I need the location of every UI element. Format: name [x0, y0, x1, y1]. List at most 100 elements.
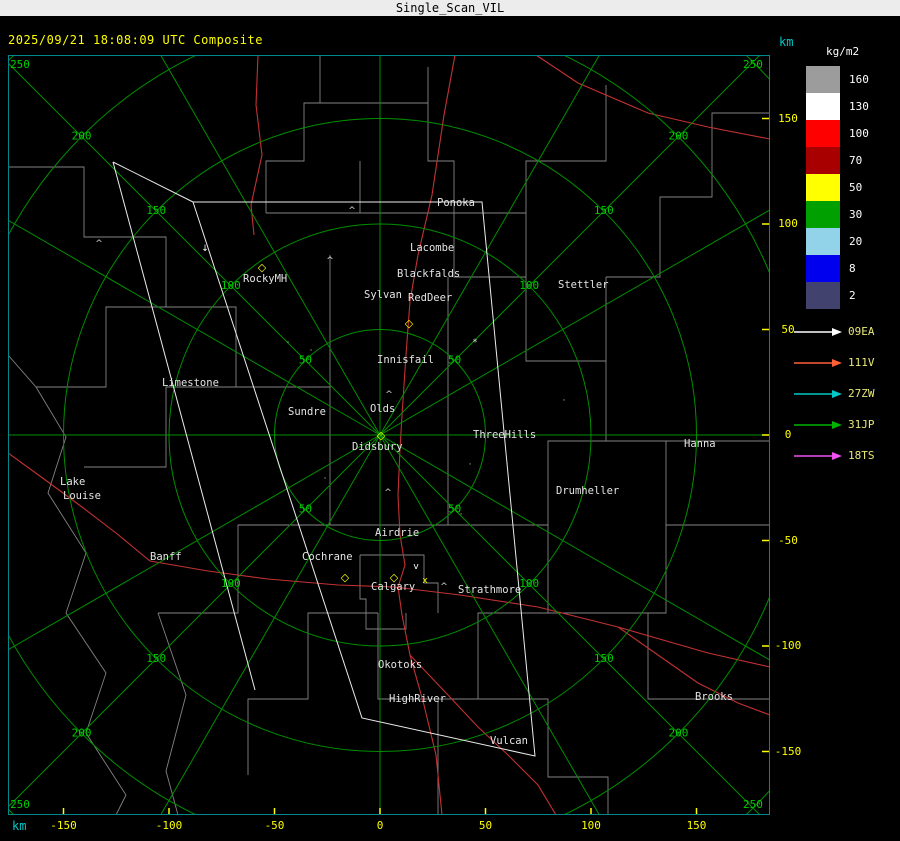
range-ring-label: 250	[743, 58, 763, 71]
scale-value: 50	[849, 181, 863, 194]
scale-entry: 20	[806, 228, 869, 255]
city-label-reddeer: RedDeer	[408, 292, 452, 304]
map-symbol-marker: ·	[310, 346, 313, 356]
track-arrow-icon	[794, 389, 842, 398]
map-symbol-marker: v	[413, 562, 419, 572]
highway-1-line	[8, 452, 770, 668]
city-label-hanna: Hanna	[684, 438, 716, 450]
scale-value: 30	[849, 208, 863, 221]
city-label-rockymh: RockyMH	[243, 273, 287, 285]
scale-value: 160	[849, 73, 869, 86]
y-tick-label: -100	[774, 639, 802, 652]
range-ring-label: 250	[10, 798, 30, 811]
track-id: 09EA	[848, 325, 875, 338]
range-ring-label: 200	[72, 726, 92, 739]
range-ring-label: 50	[299, 503, 312, 516]
track-id: 111V	[848, 356, 875, 369]
city-label-vulcan: Vulcan	[490, 735, 528, 747]
scale-swatch	[806, 93, 840, 120]
scale-entry: 130	[806, 93, 869, 120]
scale-swatch	[806, 201, 840, 228]
map-symbol-marker: *	[473, 338, 478, 348]
x-tick-label: -100	[155, 819, 183, 832]
map-symbol-marker: ^	[95, 239, 103, 249]
map-symbol-marker: ·	[563, 396, 566, 406]
range-ring-label: 150	[594, 652, 614, 665]
track-arrow-head	[832, 420, 842, 429]
track-arrow-icon	[794, 420, 842, 429]
scale-entry: 50	[806, 174, 869, 201]
scale-swatch	[806, 228, 840, 255]
scale-swatch	[806, 174, 840, 201]
city-label-stettler: Stettler	[558, 279, 609, 291]
y-tick-label: 150	[778, 111, 798, 125]
track-entry: 27ZW	[792, 378, 875, 409]
scale-swatch	[806, 282, 840, 309]
scan-sector-top-edge	[112, 161, 194, 203]
scale-swatch	[806, 147, 840, 174]
map-symbol-marker: ·	[469, 460, 472, 470]
scan-sector-left-edge	[112, 161, 256, 691]
map-symbol-marker: ↓	[201, 244, 209, 254]
range-ring-label: 100	[519, 577, 539, 590]
scale-value: 130	[849, 100, 869, 113]
range-ring-label: 250	[743, 798, 763, 811]
range-ring-label: 200	[668, 130, 688, 143]
track-entry: 09EA	[792, 316, 875, 347]
city-label-sylvan: Sylvan	[364, 289, 402, 301]
scale-value: 20	[849, 235, 863, 248]
map-symbol-marker: ·	[460, 510, 463, 520]
storm-cell-marker: ◇	[341, 571, 350, 584]
scale-value: 70	[849, 154, 863, 167]
track-arrow-head	[832, 389, 842, 398]
track-arrow-icon	[794, 358, 842, 367]
range-ring-label: 200	[668, 726, 688, 739]
city-label-didsbury: Didsbury	[352, 441, 403, 453]
scale-value: 100	[849, 127, 869, 140]
range-ring-label: 100	[519, 279, 539, 292]
map-symbol-marker: ·	[287, 338, 290, 348]
city-label-threehills: ThreeHills	[473, 429, 536, 441]
boundary-lines-north	[265, 55, 770, 526]
scale-swatch	[806, 66, 840, 93]
range-ring-label: 200	[72, 130, 92, 143]
map-symbol-marker: ^	[326, 256, 334, 266]
x-tick-label: -150	[50, 819, 77, 832]
scan-sector-outline	[192, 201, 536, 757]
city-label-cochrane: Cochrane	[302, 551, 353, 563]
city-label-innisfail: Innisfail	[377, 354, 434, 366]
x-axis-unit-label: km	[12, 819, 27, 833]
track-entry: 111V	[792, 347, 875, 378]
radar-display-window: Single_Scan_VIL 2025/09/21 18:08:09 UTC …	[0, 0, 900, 841]
map-symbol-marker: x	[422, 576, 428, 586]
track-entry: 31JP	[792, 409, 875, 440]
x-tick-label: 100	[581, 819, 601, 832]
storm-cell-marker: ◇	[405, 317, 414, 330]
track-arrow-head	[832, 327, 842, 336]
track-arrow-head	[832, 451, 842, 460]
scale-swatch	[806, 255, 840, 282]
y-tick-label: 100	[778, 217, 798, 230]
storm-cell-marker: ◇	[390, 571, 399, 584]
x-tick-label: 0	[376, 819, 384, 832]
scan-timestamp: 2025/09/21 18:08:09 UTC Composite	[8, 33, 263, 47]
legend-unit-label: kg/m2	[826, 45, 860, 58]
x-tick-label: 50	[478, 819, 493, 832]
map-symbol-marker: ·	[380, 431, 383, 441]
x-tick-label: 150	[686, 819, 707, 832]
scale-entry: 160	[806, 66, 869, 93]
city-label-sundre: Sundre	[288, 406, 326, 418]
scale-entry: 100	[806, 120, 869, 147]
radar-map[interactable]: 5010015020025050100150200250501001502002…	[8, 55, 770, 815]
window-title: Single_Scan_VIL	[395, 1, 505, 15]
city-label-limestone: Limestone	[162, 377, 219, 389]
track-arrow-icon	[794, 451, 842, 460]
city-label-drumheller: Drumheller	[556, 485, 619, 497]
range-ring-label: 100	[221, 577, 241, 590]
vil-color-scale: 160 130 100 70 50 30 20 8 2	[806, 66, 869, 309]
city-label-brooks: Brooks	[695, 691, 733, 703]
scale-swatch	[806, 120, 840, 147]
range-ring-label: 100	[221, 279, 241, 292]
map-symbol-marker: ^	[385, 390, 393, 400]
storm-cell-marker: ◇	[258, 261, 267, 274]
